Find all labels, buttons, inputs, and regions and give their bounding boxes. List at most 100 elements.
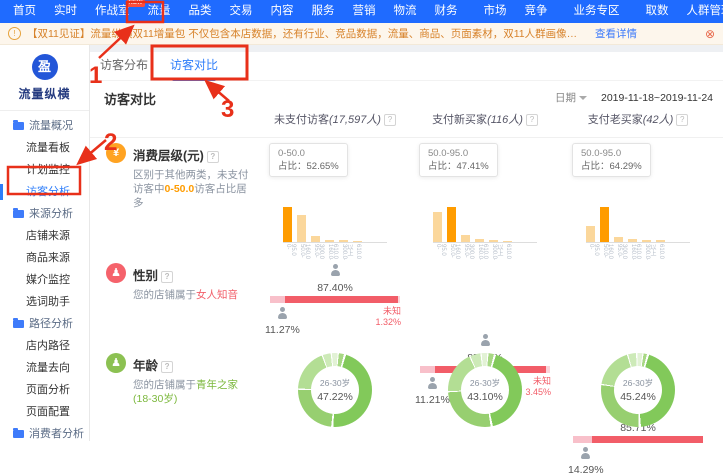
nav-item-label: 财务 bbox=[435, 5, 458, 17]
chart-tooltip: 0-50.0 占比：52.65% bbox=[269, 143, 348, 177]
nav-item-服务[interactable]: 服务 bbox=[303, 0, 344, 23]
sidebar-item-label: 流量看板 bbox=[26, 137, 70, 159]
sidebar-item-label: 访客分析 bbox=[26, 181, 70, 203]
nav-item-label: 首页 bbox=[13, 5, 36, 17]
folder-icon bbox=[13, 430, 24, 438]
sidebar-item-label: 流量概况 bbox=[29, 115, 73, 137]
consumption-bar bbox=[600, 207, 609, 242]
tab-访客对比[interactable]: 访客对比 bbox=[170, 52, 218, 81]
sidebar-item-来源分析[interactable]: 来源分析 bbox=[0, 203, 89, 225]
gender-label-block: ♟ 性别? 您的店铺属于女人知音 bbox=[106, 263, 256, 302]
tooltip-share: 占比：64.29% bbox=[581, 160, 642, 173]
app-logo-icon: 盈 bbox=[32, 54, 58, 80]
help-icon[interactable]: ? bbox=[161, 361, 173, 373]
nav-item-竞争[interactable]: 竞争 bbox=[516, 0, 557, 23]
gender-desc-highlight: 女人知音 bbox=[196, 289, 238, 301]
nav-item-label: 营销 bbox=[353, 5, 376, 17]
nav-item-流量[interactable]: 流量 bbox=[139, 0, 180, 23]
tab-访客分布[interactable]: 访客分布 bbox=[100, 52, 148, 81]
visitor-column-header: 支付老买家(42人)? bbox=[558, 111, 718, 127]
bar-axis-labels: 0-50.050.0-95.095.0-160.0160.0-300.0300.… bbox=[586, 244, 690, 260]
visitor-compare-panel: 访客对比 日期 2019-11-18~2019-11-24 未支付访客(17,5… bbox=[90, 81, 723, 441]
consumption-bar bbox=[325, 240, 334, 242]
nav-item-内容[interactable]: 内容 bbox=[262, 0, 303, 23]
consumption-title: 消费层级(元) bbox=[133, 149, 204, 163]
column-label: 支付新买家 bbox=[432, 114, 487, 126]
nav-item-label: 品类 bbox=[189, 5, 212, 17]
visitor-column-header: 支付新买家(116人)? bbox=[405, 111, 565, 127]
donut-center-value: 47.22% bbox=[317, 391, 353, 403]
nav-item-财务[interactable]: 财务 bbox=[426, 0, 467, 23]
column-label: 未支付访客 bbox=[274, 114, 329, 126]
bars bbox=[433, 206, 537, 243]
sidebar-item-流量看板[interactable]: 流量看板 bbox=[0, 137, 89, 159]
consumption-bar bbox=[339, 240, 348, 242]
donut-center-value: 45.24% bbox=[620, 391, 656, 403]
folder-icon bbox=[13, 210, 24, 218]
nav-item-物流[interactable]: 物流 bbox=[385, 0, 426, 23]
sidebar-item-消费者分析[interactable]: 消费者分析 bbox=[0, 423, 89, 445]
nav-item-label: 流量 bbox=[148, 5, 171, 17]
nav-item-实时[interactable]: 实时 bbox=[45, 0, 86, 23]
sidebar-item-页面配置[interactable]: 页面配置 bbox=[0, 401, 89, 423]
axis-label: 610.0以上 bbox=[656, 244, 665, 260]
donut-center-label: 26-30岁 bbox=[623, 377, 653, 389]
sidebar-item-店内路径[interactable]: 店内路径 bbox=[0, 335, 89, 357]
sidebar-item-页面分析[interactable]: 页面分析 bbox=[0, 379, 89, 401]
donut-ring: 26-30岁 47.22% bbox=[298, 353, 372, 427]
male-icon bbox=[277, 307, 288, 319]
nav-item-交易[interactable]: 交易 bbox=[221, 0, 262, 23]
nav-item-品类[interactable]: 品类 bbox=[180, 0, 221, 23]
tooltip-range: 0-50.0 bbox=[278, 147, 339, 160]
sidebar-item-路径分析[interactable]: 路径分析 bbox=[0, 313, 89, 335]
help-icon[interactable]: ? bbox=[207, 151, 219, 163]
male-percent: 14.29% bbox=[568, 464, 604, 476]
sidebar-item-label: 页面分析 bbox=[26, 379, 70, 401]
sidebar-item-访客分析[interactable]: 访客分析 bbox=[0, 181, 89, 203]
tooltip-range: 50.0-95.0 bbox=[428, 147, 489, 160]
tab-bar: 访客分布访客对比 bbox=[90, 52, 723, 81]
nav-item-首页[interactable]: 首页 bbox=[4, 0, 45, 23]
nav-item-营销[interactable]: 营销 bbox=[344, 0, 385, 23]
male-icon bbox=[580, 447, 591, 459]
date-range-value: 2019-11-18~2019-11-24 bbox=[601, 92, 713, 104]
age-donut-chart: 26-30岁 43.10% bbox=[405, 353, 565, 427]
help-icon[interactable]: ? bbox=[526, 114, 538, 126]
help-icon[interactable]: ? bbox=[676, 114, 688, 126]
divider bbox=[90, 137, 723, 138]
female-percent: 87.40% bbox=[255, 282, 415, 294]
donut-center-label: 26-30岁 bbox=[470, 377, 500, 389]
sidebar-item-流量概况[interactable]: 流量概况 bbox=[0, 115, 89, 137]
help-icon[interactable]: ? bbox=[161, 271, 173, 283]
consumption-desc: 区别于其他两类，未支付访客中0-50.0访客占比居多 bbox=[133, 168, 251, 210]
consumption-bar bbox=[447, 207, 456, 242]
nav-item-label: 人群管理 bbox=[687, 5, 723, 17]
sidebar-item-店铺来源[interactable]: 店铺来源 bbox=[0, 225, 89, 247]
nav-item-市场[interactable]: 市场 bbox=[475, 0, 516, 23]
chart-tooltip: 50.0-95.0 占比：47.41% bbox=[419, 143, 498, 177]
sidebar-item-媒介监控[interactable]: 媒介监控 bbox=[0, 269, 89, 291]
tooltip-share: 占比：47.41% bbox=[428, 160, 489, 173]
nav-item-取数[interactable]: 取数 bbox=[637, 0, 678, 23]
date-filter[interactable]: 日期 2019-11-18~2019-11-24 bbox=[555, 90, 713, 105]
sidebar-item-选词助手[interactable]: 选词助手 bbox=[0, 291, 89, 313]
female-stat: 87.40% bbox=[255, 263, 415, 294]
notification-details-link[interactable]: 查看详情 bbox=[595, 26, 637, 41]
nav-item-作战室[interactable]: 作战室 NEW bbox=[86, 0, 139, 23]
sidebar-item-商品来源[interactable]: 商品来源 bbox=[0, 247, 89, 269]
sidebar-item-流量去向[interactable]: 流量去向 bbox=[0, 357, 89, 379]
sidebar-item-计划监控[interactable]: 计划监控 bbox=[0, 159, 89, 181]
nav-item-业务专区[interactable]: 业务专区 bbox=[565, 0, 629, 23]
chart-tooltip: 50.0-95.0 占比：64.29% bbox=[572, 143, 651, 177]
nav-item-人群管理[interactable]: 人群管理 NEW bbox=[678, 0, 723, 23]
female-segment bbox=[285, 296, 399, 303]
gender-section: ♟ 性别? 您的店铺属于女人知音 87.40% 11.27% 未知 1.32% … bbox=[90, 263, 723, 349]
help-icon[interactable]: ? bbox=[384, 114, 396, 126]
nav-item-label: 服务 bbox=[312, 5, 335, 17]
nav-item-label: 内容 bbox=[271, 5, 294, 17]
column-count: (17,597人) bbox=[329, 114, 381, 126]
close-icon[interactable]: ⊗ bbox=[705, 27, 715, 41]
sidebar-item-label: 店内路径 bbox=[26, 335, 70, 357]
age-donut-chart: 26-30岁 45.24% bbox=[558, 353, 718, 427]
consumption-bar bbox=[586, 226, 595, 242]
